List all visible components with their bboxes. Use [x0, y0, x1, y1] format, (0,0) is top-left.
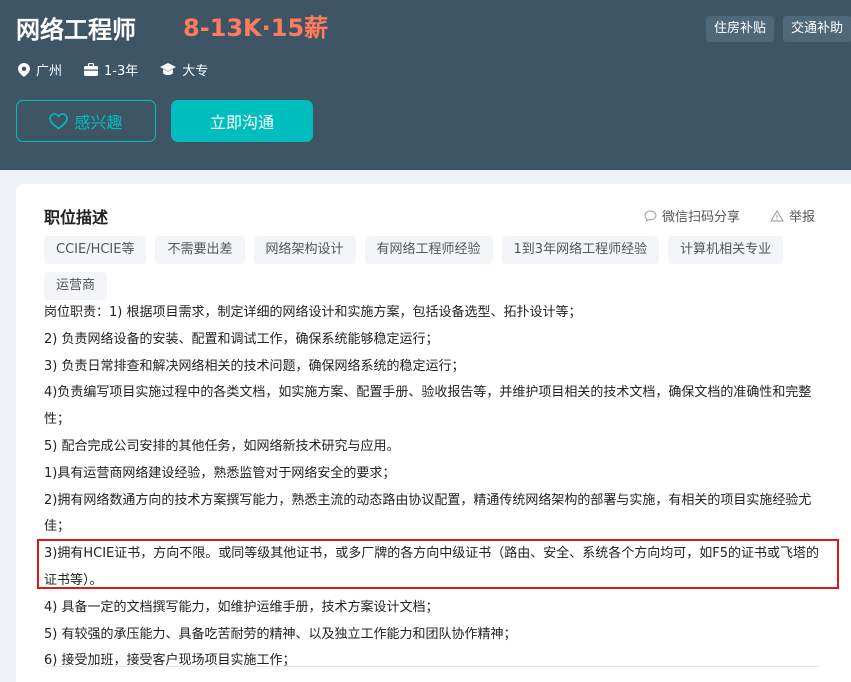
highlight-box	[37, 539, 839, 589]
skill-tag[interactable]: 计算机相关专业	[668, 236, 784, 264]
job-title: 网络工程师	[16, 16, 136, 44]
divider	[44, 666, 819, 667]
report-button[interactable]: 举报	[770, 206, 815, 225]
job-header: 网络工程师 8-13K·15薪 住房补贴 交通补助 广州 1-3年 大专 感兴趣…	[0, 0, 851, 170]
meta-experience: 1-3年	[84, 60, 138, 79]
city-text: 广州	[36, 64, 63, 79]
share-label: 微信扫码分享	[662, 210, 741, 225]
skill-tag[interactable]: 网络架构设计	[253, 236, 356, 264]
job-description-text: 岗位职责：1) 根据项目需求，制定详细的网络设计和实施方案，包括设备选型、拓扑设…	[44, 300, 819, 675]
description-line: 5) 有较强的承压能力、具备吃苦耐劳的精神、以及独立工作能力和团队协作精神；	[44, 626, 517, 642]
job-description-card: 职位描述 微信扫码分享 举报 CCIE/HCIE等 不需要出差 网络架构设计 有…	[16, 184, 851, 682]
skill-tag[interactable]: 运营商	[44, 272, 108, 300]
meta-education: 大专	[160, 60, 208, 79]
job-meta: 广州 1-3年 大专	[18, 60, 230, 79]
interested-label: 感兴趣	[74, 113, 123, 132]
meta-city: 广州	[18, 60, 62, 79]
skill-tag[interactable]: 不需要出差	[155, 236, 245, 264]
description-line: 1)具有运营商网络建设经验，熟悉监管对于网络安全的要求；	[44, 465, 396, 481]
benefit-tag: 住房补贴	[705, 16, 774, 42]
salary: 8-13K·15薪	[183, 14, 329, 42]
skill-tag[interactable]: 有网络工程师经验	[364, 236, 493, 264]
section-title: 职位描述	[44, 208, 109, 227]
benefit-tags: 住房补贴 交通补助	[705, 16, 851, 42]
description-line: 4)负责编写项目实施过程中的各类文档，如实施方案、配置手册、验收报告等，并维护项…	[44, 385, 812, 428]
chat-now-button[interactable]: 立即沟通	[171, 100, 313, 142]
report-label: 举报	[789, 210, 816, 225]
briefcase-icon	[84, 63, 99, 76]
interested-button[interactable]: 感兴趣	[16, 100, 156, 142]
experience-text: 1-3年	[104, 64, 139, 79]
education-text: 大专	[182, 64, 209, 79]
description-line: 6) 接受加班，接受客户现场项目实施工作；	[44, 653, 296, 669]
graduation-cap-icon	[160, 63, 177, 75]
benefit-tag: 交通补助	[782, 16, 851, 42]
chat-bubble-icon	[644, 209, 657, 222]
warning-icon	[770, 209, 784, 221]
location-icon	[18, 62, 30, 77]
skill-tags: CCIE/HCIE等 不需要出差 网络架构设计 有网络工程师经验 1到3年网络工…	[44, 236, 804, 300]
skill-tag[interactable]: CCIE/HCIE等	[44, 236, 147, 264]
wechat-share-button[interactable]: 微信扫码分享	[644, 206, 740, 225]
description-line: 3) 负责日常排查和解决网络相关的技术问题，确保网络系统的稳定运行；	[44, 358, 465, 374]
description-line: 2)拥有网络数通方向的技术方案撰写能力，熟悉主流的动态路由协议配置，精通传统网络…	[44, 492, 812, 535]
description-line: 2) 负责网络设备的安装、配置和调试工作，确保系统能够稳定运行；	[44, 331, 439, 347]
skill-tag[interactable]: 1到3年网络工程师经验	[501, 236, 660, 264]
heart-icon	[49, 112, 69, 129]
description-line: 岗位职责：1) 根据项目需求，制定详细的网络设计和实施方案，包括设备选型、拓扑设…	[44, 305, 582, 320]
description-line: 5) 配合完成公司安排的其他任务，如网络新技术研究与应用。	[44, 438, 400, 454]
description-line: 4) 具备一定的文档撰写能力，如维护运维手册，技术方案设计文档；	[44, 599, 439, 615]
